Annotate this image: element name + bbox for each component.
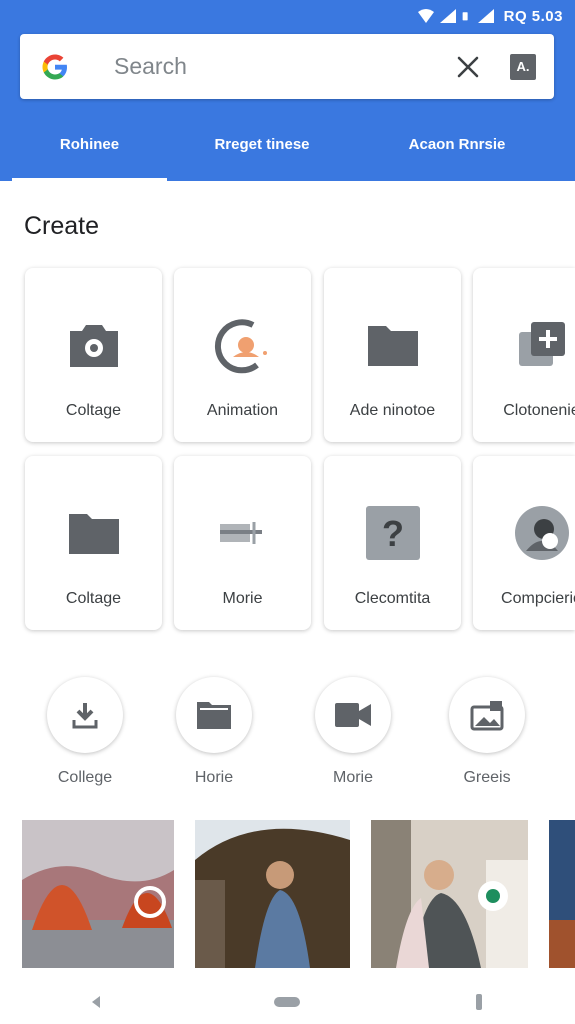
circle-button[interactable] bbox=[47, 677, 123, 753]
signal-icon bbox=[439, 9, 456, 23]
section-title: Create bbox=[24, 212, 100, 240]
avatar-icon bbox=[473, 506, 575, 560]
photo-thumbnail-woman-outdoor[interactable] bbox=[195, 820, 350, 968]
create-card-help[interactable]: ? Clecomtita bbox=[324, 456, 461, 630]
image-icon bbox=[470, 701, 504, 731]
system-nav-bar bbox=[0, 980, 575, 1024]
card-label: Coltage bbox=[65, 402, 122, 419]
folder-icon bbox=[197, 702, 231, 729]
folder-icon bbox=[25, 506, 162, 560]
tab-bar: Rohinee Rreget tinese Acaon Rnrsie bbox=[0, 108, 575, 181]
cell-signal-icon bbox=[477, 9, 494, 23]
circle-button[interactable] bbox=[315, 677, 391, 753]
status-time: RQ 5.03 bbox=[503, 7, 563, 25]
help-icon: ? bbox=[324, 506, 461, 560]
tab-acaon-rnrsie[interactable]: Acaon Rnrsie bbox=[357, 108, 557, 181]
movie-icon bbox=[174, 506, 311, 560]
quick-action-college[interactable]: College bbox=[40, 677, 130, 787]
quick-action-horie[interactable]: Horie bbox=[169, 677, 259, 787]
lens-label: A. bbox=[516, 59, 530, 74]
quick-action-greeis[interactable]: Greeis bbox=[442, 677, 532, 787]
circle-label: Morie bbox=[332, 769, 373, 786]
google-logo-icon bbox=[42, 54, 67, 79]
tab-label: Rreget tinese bbox=[214, 136, 310, 153]
collage-add-icon bbox=[473, 318, 575, 372]
clear-search-button[interactable] bbox=[454, 53, 482, 81]
create-card-folder[interactable]: Ade ninotoe bbox=[324, 268, 461, 442]
tab-rohinee[interactable]: Rohinee bbox=[12, 108, 167, 181]
create-card-avatar[interactable]: Compcierio bbox=[473, 456, 575, 630]
video-icon bbox=[335, 703, 371, 727]
tab-label: Rohinee bbox=[59, 136, 120, 153]
circle-button[interactable] bbox=[449, 677, 525, 753]
download-icon bbox=[72, 703, 98, 729]
quick-action-morie[interactable]: Morie bbox=[308, 677, 398, 787]
app-header: RQ 5.03 A. Rohinee Rreget tinese Acaon R… bbox=[0, 0, 575, 181]
circle-label: Horie bbox=[194, 769, 234, 786]
circle-button[interactable] bbox=[176, 677, 252, 753]
circle-label: College bbox=[57, 769, 113, 786]
card-label: Clotonenie bbox=[503, 402, 575, 419]
battery-icon bbox=[462, 12, 468, 21]
wifi-icon bbox=[417, 9, 434, 23]
photo-thumbnail-woman-sweater[interactable] bbox=[371, 820, 528, 968]
lens-button[interactable]: A. bbox=[510, 53, 536, 80]
back-button[interactable] bbox=[66, 987, 126, 1017]
card-label: Coltage bbox=[65, 590, 122, 607]
create-card-coltage-2[interactable]: Coltage bbox=[25, 456, 162, 630]
card-label: Animation bbox=[206, 402, 279, 419]
create-card-collage-add[interactable]: Clotonenie bbox=[473, 268, 575, 442]
search-input[interactable] bbox=[114, 53, 454, 80]
create-card-movie[interactable]: Morie bbox=[174, 456, 311, 630]
close-icon bbox=[457, 56, 479, 77]
photo-thumbnail-partial[interactable] bbox=[549, 820, 575, 968]
back-icon bbox=[91, 996, 100, 1008]
circle-label: Greeis bbox=[463, 769, 511, 786]
card-label: Compcierio bbox=[501, 590, 575, 607]
recents-icon bbox=[476, 994, 483, 1010]
animation-icon bbox=[174, 318, 311, 374]
create-card-animation[interactable]: Animation bbox=[174, 268, 311, 442]
card-label: Ade ninotoe bbox=[349, 402, 436, 419]
svg-text:?: ? bbox=[382, 513, 404, 554]
folder-icon bbox=[324, 318, 461, 372]
card-label: Clecomtita bbox=[354, 590, 431, 607]
home-button[interactable] bbox=[257, 987, 317, 1017]
camera-icon bbox=[25, 318, 162, 372]
create-card-coltage[interactable]: Coltage bbox=[25, 268, 162, 442]
home-icon bbox=[274, 997, 301, 1007]
tab-label: Acaon Rnrsie bbox=[408, 136, 506, 153]
card-label: Morie bbox=[222, 590, 263, 607]
search-bar[interactable]: A. bbox=[20, 34, 554, 99]
tab-rreget-tinese[interactable]: Rreget tinese bbox=[167, 108, 357, 181]
recents-button[interactable] bbox=[449, 987, 509, 1017]
status-bar: RQ 5.03 bbox=[0, 0, 575, 32]
photo-thumbnail-autumn-tree[interactable] bbox=[22, 820, 174, 968]
